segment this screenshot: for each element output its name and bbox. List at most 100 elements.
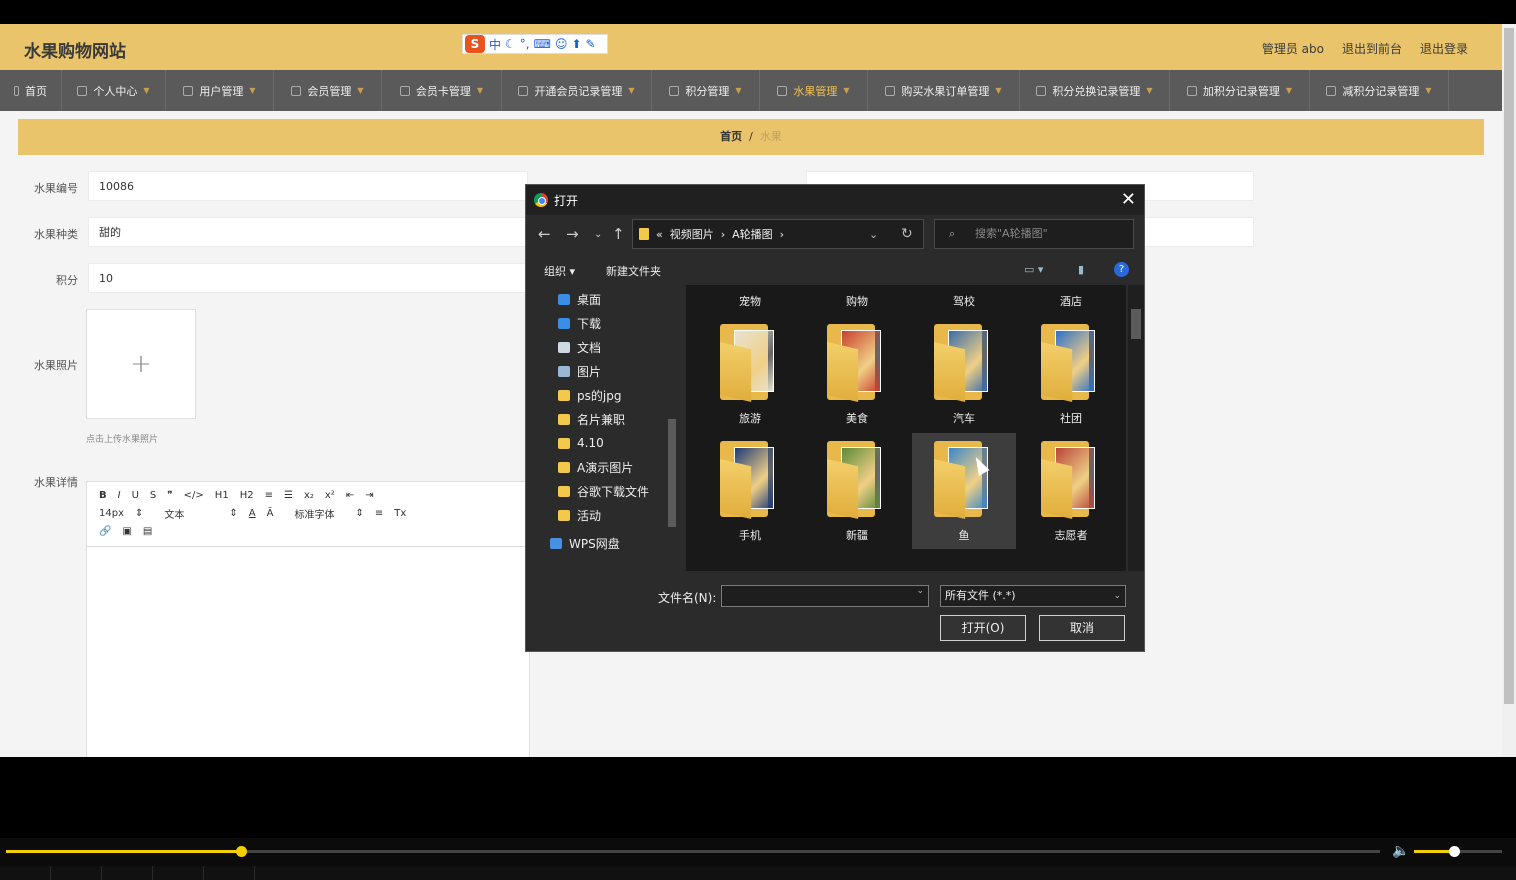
nav-item[interactable]: 加积分记录管理 ▼ xyxy=(1170,70,1310,111)
punct-icon[interactable]: °, xyxy=(520,37,530,51)
page-scrollbar[interactable] xyxy=(1502,24,1516,757)
folder-item[interactable]: 手机 xyxy=(698,433,802,549)
user-icon[interactable]: ☺ xyxy=(555,37,568,51)
bold-icon[interactable]: B xyxy=(99,490,107,501)
file-list-scrollbar[interactable] xyxy=(1128,285,1144,571)
player-button[interactable] xyxy=(0,866,51,880)
clear-format-icon[interactable]: Tx xyxy=(394,508,406,519)
preview-pane-icon[interactable]: ▮ xyxy=(1078,263,1084,276)
nav-item[interactable]: 用户管理 ▼ xyxy=(166,70,274,111)
editor-content-area[interactable] xyxy=(87,546,529,757)
path-segment-carousel[interactable]: A轮播图 xyxy=(732,226,773,242)
bullet-list-icon[interactable]: ☰ xyxy=(284,490,293,501)
h1-icon[interactable]: H1 xyxy=(215,490,229,501)
path-overflow[interactable]: « xyxy=(656,228,663,241)
nav-item[interactable]: 购买水果订单管理 ▼ xyxy=(868,70,1020,111)
back-arrow-icon[interactable]: ← xyxy=(538,225,551,243)
h2-icon[interactable]: H2 xyxy=(240,490,254,501)
nav-pane-item[interactable]: A演示图片 xyxy=(558,457,678,477)
volume-icon[interactable]: 🔈 xyxy=(1392,843,1409,859)
nav-pane-item[interactable]: ps的jpg📌 xyxy=(558,385,678,405)
superscript-icon[interactable]: x² xyxy=(325,490,335,501)
nav-pane-item[interactable]: WPS网盘 xyxy=(550,533,670,553)
seek-handle[interactable] xyxy=(235,846,247,857)
nav-pane-item[interactable]: 文档📌 xyxy=(558,337,678,357)
folder-item[interactable]: 汽车 xyxy=(912,316,1016,432)
file-list-scrollbar-thumb[interactable] xyxy=(1131,309,1141,339)
photo-upload-button[interactable]: + xyxy=(86,309,196,419)
nav-item[interactable]: 积分兑换记录管理 ▼ xyxy=(1020,70,1170,111)
navigation-scrollbar[interactable] xyxy=(666,285,678,571)
nav-item[interactable]: 个人中心 ▼ xyxy=(62,70,166,111)
underline-icon[interactable]: U xyxy=(132,490,139,501)
folder-item[interactable]: 购物 xyxy=(805,285,909,315)
exit-to-front-link[interactable]: 退出到前台 xyxy=(1342,40,1402,57)
nav-item[interactable]: 会员卡管理 ▼ xyxy=(382,70,502,111)
indent-icon[interactable]: ⇥ xyxy=(365,490,373,501)
volume-slider[interactable] xyxy=(1414,846,1502,857)
font-color-icon[interactable]: A xyxy=(249,508,256,519)
folder-item[interactable]: 新疆 xyxy=(805,433,909,549)
nav-pane-item[interactable]: 活动 xyxy=(558,505,678,525)
folder-item[interactable]: 美食 xyxy=(805,316,909,432)
player-button[interactable] xyxy=(153,866,204,880)
italic-icon[interactable]: I xyxy=(118,490,121,501)
strike-icon[interactable]: S xyxy=(150,490,156,501)
image-icon[interactable]: ▣ xyxy=(122,526,131,537)
nav-item[interactable]: 水果管理 ▼ xyxy=(760,70,868,111)
code-icon[interactable]: </> xyxy=(184,490,204,501)
folder-item[interactable]: 志愿者 xyxy=(1019,433,1123,549)
folder-item[interactable]: 酒店 xyxy=(1019,285,1123,315)
nav-pane-item[interactable]: 桌面📌 xyxy=(558,289,678,309)
type-input[interactable]: 甜的 xyxy=(88,217,528,247)
skin-icon[interactable]: ⬆ xyxy=(571,37,581,51)
view-options-icon[interactable]: ▭ ▾ xyxy=(1024,263,1043,276)
background-color-icon[interactable]: Ā xyxy=(267,508,274,519)
path-separator[interactable]: › xyxy=(721,228,725,241)
page-scrollbar-thumb[interactable] xyxy=(1504,28,1514,704)
keyboard-icon[interactable]: ⌨ xyxy=(534,37,551,51)
code-input[interactable]: 10086 xyxy=(88,171,528,201)
open-button[interactable]: 打开(O) xyxy=(940,615,1026,641)
subscript-icon[interactable]: x₂ xyxy=(304,490,314,501)
filename-dropdown-chevron-icon[interactable]: ⌄ xyxy=(916,586,924,596)
logout-link[interactable]: 退出登录 xyxy=(1420,40,1468,57)
outdent-icon[interactable]: ⇤ xyxy=(346,490,354,501)
font-family-select[interactable]: 标准字体 xyxy=(294,506,334,521)
link-icon[interactable]: 🔗 xyxy=(99,526,111,537)
points-input[interactable]: 10 xyxy=(88,263,528,293)
quote-icon[interactable]: ❞ xyxy=(167,490,172,501)
align-icon[interactable]: ≡ xyxy=(375,508,383,519)
ime-mode-label[interactable]: 中 xyxy=(489,36,501,53)
help-icon[interactable]: ? xyxy=(1114,262,1129,277)
nav-item[interactable]: 首页 xyxy=(0,70,62,111)
ordered-list-icon[interactable]: ≡ xyxy=(265,490,273,501)
player-button[interactable] xyxy=(204,866,255,880)
address-dropdown-chevron-icon[interactable]: ⌄ xyxy=(869,228,878,241)
player-button[interactable] xyxy=(51,866,102,880)
admin-user-link[interactable]: 管理员 abo xyxy=(1262,40,1324,57)
folder-item[interactable]: 驾校 xyxy=(912,285,1016,315)
folder-item[interactable]: 鱼 xyxy=(912,433,1016,549)
breadcrumb-home[interactable]: 首页 xyxy=(720,130,742,143)
moon-icon[interactable]: ☾ xyxy=(505,37,516,51)
seek-bar[interactable] xyxy=(6,846,1380,857)
ime-toolbar[interactable]: S 中 ☾ °, ⌨ ☺ ⬆ ✎ xyxy=(462,34,608,54)
cancel-button[interactable]: 取消 xyxy=(1039,615,1125,641)
volume-handle[interactable] xyxy=(1448,846,1460,857)
nav-item[interactable]: 会员管理 ▼ xyxy=(274,70,382,111)
nav-pane-item[interactable]: 图片📌 xyxy=(558,361,678,381)
nav-pane-item[interactable]: 4.10 xyxy=(558,433,678,453)
font-size-select[interactable]: 14px xyxy=(99,508,124,519)
path-segment-videos[interactable]: 视频图片 xyxy=(670,226,714,242)
player-button[interactable] xyxy=(102,866,153,880)
nav-item[interactable]: 积分管理 ▼ xyxy=(652,70,760,111)
folder-item[interactable]: 旅游 xyxy=(698,316,802,432)
wrench-icon[interactable]: ✎ xyxy=(586,37,596,51)
nav-pane-item[interactable]: 谷歌下载文件 xyxy=(558,481,678,501)
folder-item[interactable]: 社团 xyxy=(1019,316,1123,432)
nav-pane-item[interactable]: 名片兼职📌 xyxy=(558,409,678,429)
filename-input[interactable]: ⌄ xyxy=(721,585,929,607)
nav-item[interactable]: 开通会员记录管理 ▼ xyxy=(502,70,652,111)
nav-item[interactable]: 减积分记录管理 ▼ xyxy=(1310,70,1449,111)
